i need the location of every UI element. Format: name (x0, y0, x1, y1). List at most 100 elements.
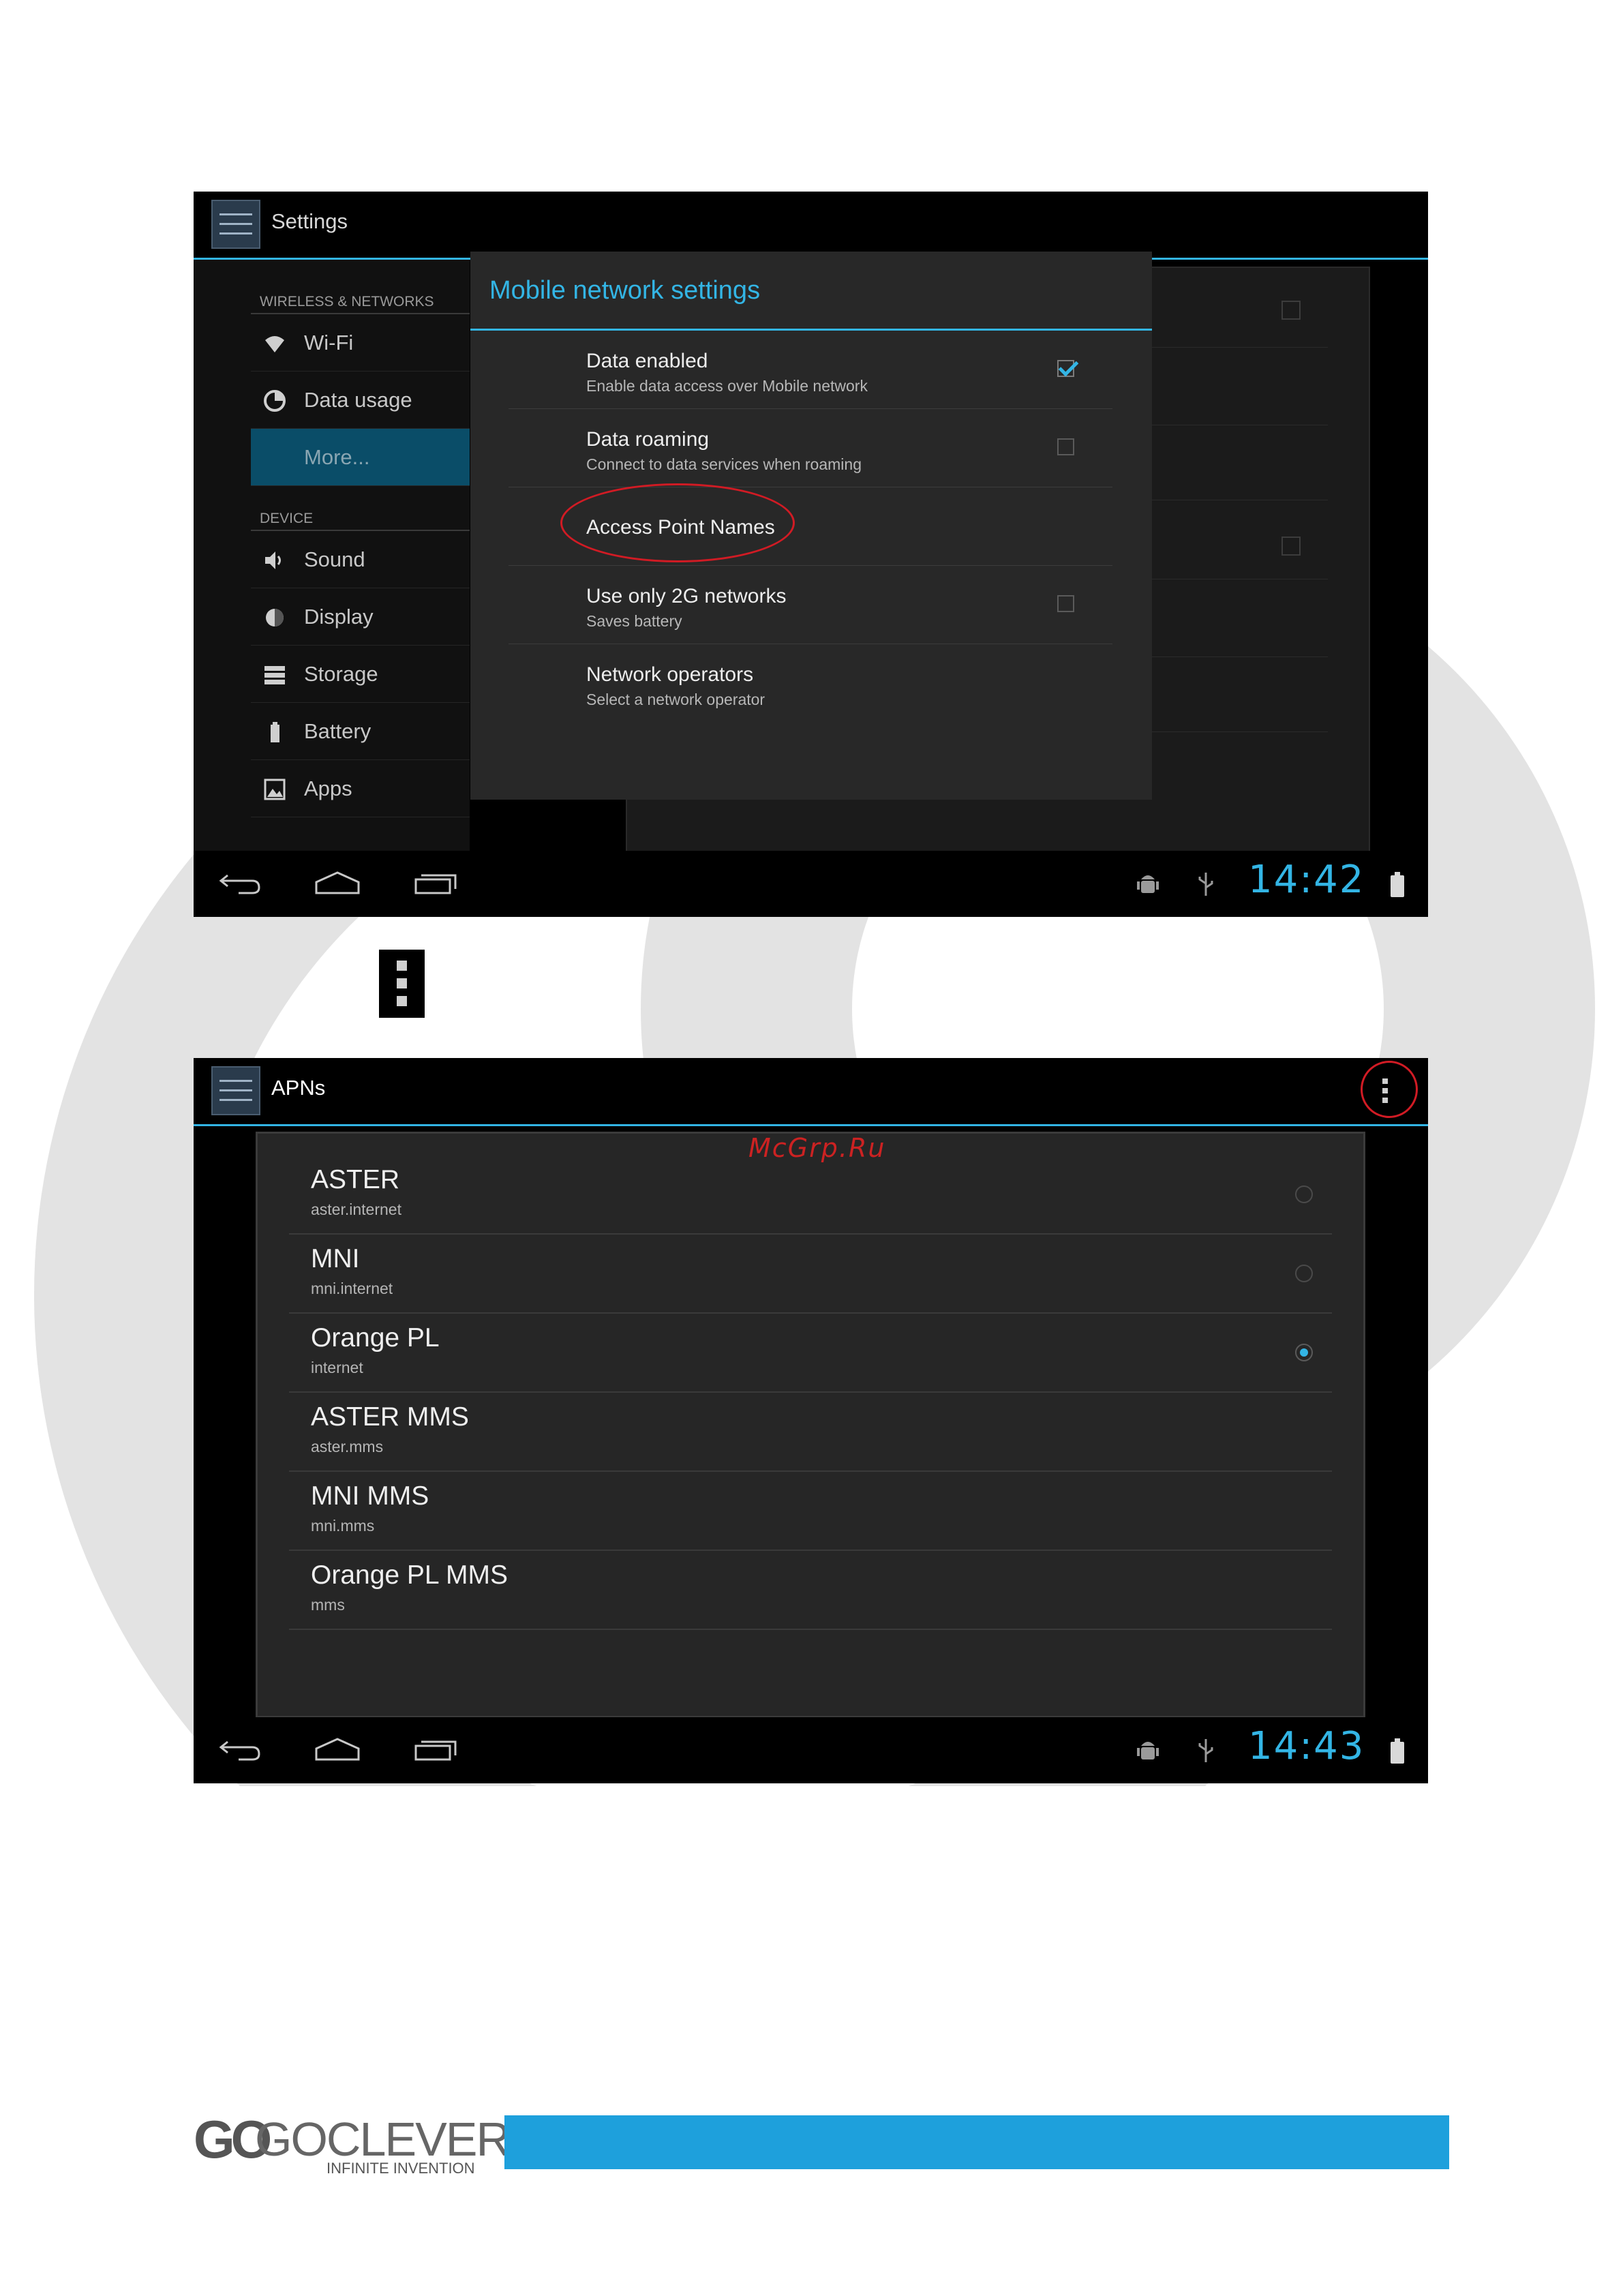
usb-icon (1198, 873, 1213, 896)
setting-title: Data enabled (586, 350, 708, 372)
data-enabled-checkbox[interactable] (1057, 360, 1074, 377)
section-header-wireless: WIRELESS & NETWORKS (260, 294, 434, 309)
footer-color-bar (504, 2115, 1449, 2169)
checkbox[interactable] (1281, 301, 1301, 320)
sidebar-item-battery[interactable]: Battery (251, 703, 470, 760)
setting-summary: Select a network operator (586, 691, 765, 708)
section-header-device: DEVICE (260, 511, 314, 526)
action-bar-title: APNs (271, 1076, 326, 1100)
apn-value: mms (311, 1596, 345, 1614)
data-usage-icon (263, 389, 286, 412)
sidebar-item-label: Data usage (304, 388, 412, 412)
sidebar-item-label: Display (304, 605, 374, 629)
overflow-menu-icon (379, 950, 425, 1018)
apn-item-orange-pl-mms[interactable]: Orange PL MMS mms (289, 1551, 1332, 1630)
status-clock: 14:43 (1248, 1724, 1365, 1768)
apn-value: internet (311, 1359, 363, 1376)
setting-summary: Enable data access over Mobile network (586, 377, 868, 395)
apn-name: MNI (311, 1244, 360, 1273)
highlight-oval (560, 483, 795, 562)
back-icon[interactable] (218, 1738, 262, 1762)
checkbox[interactable] (1281, 537, 1301, 556)
back-icon[interactable] (218, 871, 262, 896)
usb-icon (1198, 1739, 1213, 1762)
apn-radio-selected[interactable] (1295, 1344, 1313, 1361)
sidebar-item-data-usage[interactable]: Data usage (251, 372, 470, 429)
apn-item-mni-mms[interactable]: MNI MMS mni.mms (289, 1472, 1332, 1551)
sidebar-item-sound[interactable]: Sound (251, 531, 470, 588)
setting-network-operators[interactable]: Network operators Select a network opera… (509, 644, 1112, 723)
setting-title: Data roaming (586, 428, 710, 451)
apn-value: mni.mms (311, 1517, 375, 1535)
sidebar-item-wifi[interactable]: Wi-Fi (251, 314, 470, 372)
apn-name: ASTER (311, 1165, 400, 1194)
action-bar: APNs (194, 1058, 1428, 1126)
logo-tagline: INFINITE INVENTION (327, 2160, 475, 2177)
data-roaming-checkbox[interactable] (1057, 438, 1074, 455)
apps-icon (263, 778, 286, 801)
highlight-circle (1361, 1061, 1418, 1118)
status-clock: 14:42 (1248, 858, 1365, 902)
settings-app-icon[interactable] (211, 200, 260, 249)
battery-icon (263, 721, 286, 744)
battery-status-icon (1391, 872, 1404, 897)
apn-list: ASTER aster.internet MNI mni.internet Or… (256, 1132, 1365, 1718)
apn-radio[interactable] (1295, 1265, 1313, 1282)
sidebar-item-label: Storage (304, 662, 378, 686)
sidebar-item-apps[interactable]: Apps (251, 760, 470, 817)
use-2g-checkbox[interactable] (1057, 595, 1074, 612)
setting-title: Use only 2G networks (586, 585, 787, 607)
logo-wordmark: GOCLEVER (255, 2113, 511, 2166)
android-debug-icon (1137, 875, 1159, 893)
setting-data-enabled[interactable]: Data enabled Enable data access over Mob… (509, 331, 1112, 409)
brightness-icon (263, 606, 286, 629)
apn-value: mni.internet (311, 1280, 393, 1297)
sidebar-item-more[interactable]: More... (251, 429, 470, 486)
apn-value: aster.mms (311, 1438, 384, 1455)
sidebar-item-label: Battery (304, 719, 371, 743)
dialog-title: Mobile network settings (489, 276, 761, 305)
android-debug-icon (1137, 1742, 1159, 1759)
storage-icon (263, 663, 286, 686)
apn-radio[interactable] (1295, 1185, 1313, 1203)
home-icon[interactable] (314, 1736, 361, 1762)
watermark-text: McGrp.Ru (748, 1133, 886, 1163)
sidebar-item-display[interactable]: Display (251, 588, 470, 646)
settings-app-icon[interactable] (211, 1066, 260, 1115)
battery-status-icon (1391, 1738, 1404, 1764)
sidebar-item-label: Wi-Fi (304, 331, 354, 354)
action-bar-title: Settings (271, 209, 348, 233)
setting-summary: Saves battery (586, 612, 682, 630)
goclever-logo: GO GOCLEVER INFINITE INVENTION (194, 2112, 511, 2177)
apn-item-mni[interactable]: MNI mni.internet (289, 1235, 1332, 1314)
setting-summary: Connect to data services when roaming (586, 455, 862, 473)
apn-name: MNI MMS (311, 1481, 429, 1511)
setting-title: Network operators (586, 663, 754, 686)
setting-access-point-names[interactable]: Access Point Names (509, 483, 1112, 566)
system-bar: 14:42 (194, 851, 1428, 917)
mobile-network-dialog: Mobile network settings Data enabled Ena… (470, 252, 1152, 800)
settings-screenshot: Settings WIRELESS & NETWORKS Wi-Fi Data … (194, 192, 1428, 917)
system-bar: 14:43 (194, 1717, 1428, 1783)
apn-value: aster.internet (311, 1200, 401, 1218)
recent-apps-icon[interactable] (413, 871, 458, 896)
settings-sidebar: WIRELESS & NETWORKS Wi-Fi Data usage Mor… (194, 260, 470, 851)
apns-screenshot: APNs ASTER aster.internet MNI mni.intern… (194, 1058, 1428, 1783)
sidebar-item-label: Sound (304, 547, 365, 571)
sidebar-item-label: Apps (304, 776, 352, 800)
wifi-icon (263, 332, 286, 355)
home-icon[interactable] (314, 870, 361, 896)
apn-name: Orange PL (311, 1323, 440, 1353)
sidebar-item-storage[interactable]: Storage (251, 646, 470, 703)
recent-apps-icon[interactable] (413, 1738, 458, 1762)
setting-use-2g[interactable]: Use only 2G networks Saves battery (509, 566, 1112, 644)
action-bar: Settings (194, 192, 1428, 260)
apn-item-orange-pl[interactable]: Orange PL internet (289, 1314, 1332, 1393)
apn-name: Orange PL MMS (311, 1560, 508, 1590)
apn-name: ASTER MMS (311, 1402, 469, 1432)
apn-item-aster[interactable]: ASTER aster.internet (289, 1155, 1332, 1235)
setting-data-roaming[interactable]: Data roaming Connect to data services wh… (509, 409, 1112, 487)
sidebar-item-label: More... (304, 445, 370, 469)
speaker-icon (263, 549, 286, 572)
apn-item-aster-mms[interactable]: ASTER MMS aster.mms (289, 1393, 1332, 1472)
